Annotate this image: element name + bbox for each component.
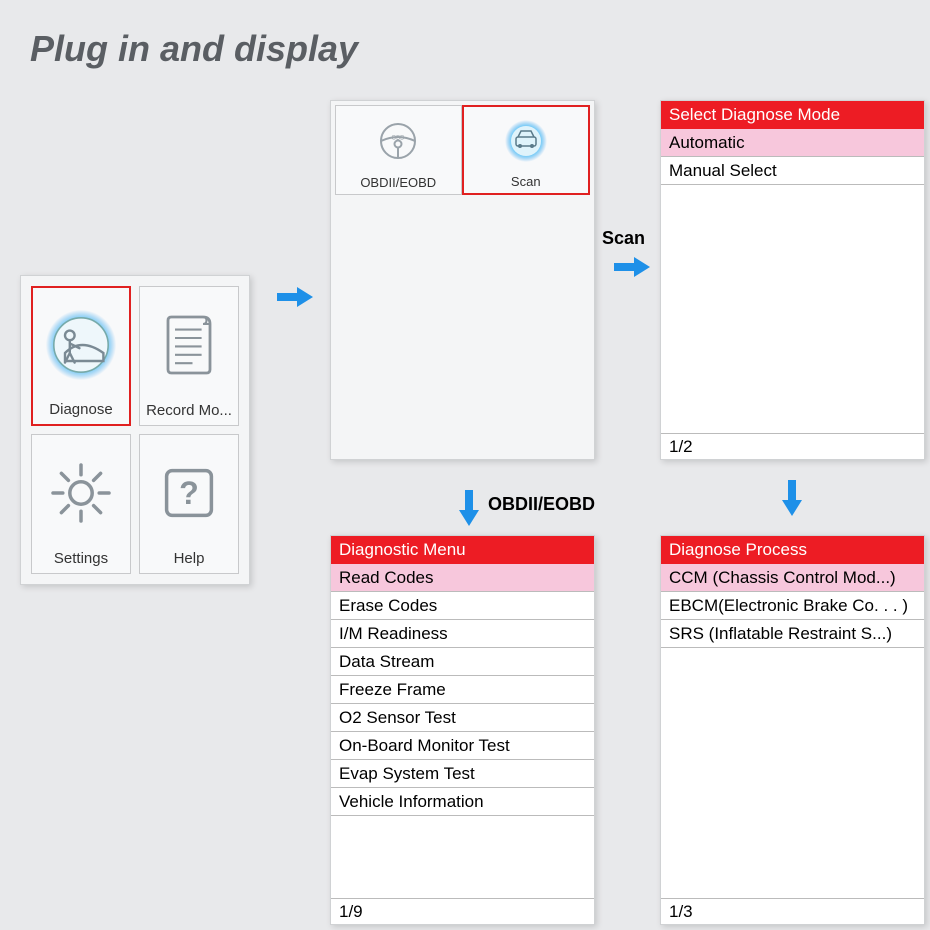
gear-icon [32,435,130,550]
proc-header: Diagnose Process [661,536,924,564]
home-item-help[interactable]: ? Help [139,434,239,574]
diag-item[interactable]: Evap System Test [331,760,594,788]
svg-text:OBD: OBD [392,135,406,141]
diag-item[interactable]: Vehicle Information [331,788,594,816]
diag-item[interactable]: Erase Codes [331,592,594,620]
diagnostic-menu-panel: Diagnostic Menu Read Codes Erase Codes I… [330,535,595,925]
record-icon [140,287,238,402]
home-label-diagnose: Diagnose [49,401,112,418]
home-label-record: Record Mo... [146,402,232,419]
home-panel: Diagnose Record Mo... [20,275,250,585]
svg-text:?: ? [179,475,199,511]
help-icon: ? [140,435,238,550]
mode-item[interactable]: Manual Select [661,157,924,185]
diag-highlight[interactable]: Read Codes [331,564,594,592]
arrow-down-icon [457,490,481,526]
arrow-label-scan: Scan [602,228,645,249]
proc-item[interactable]: SRS (Inflatable Restraint S...) [661,620,924,648]
mode-header: Select Diagnose Mode [661,101,924,129]
mode-highlight[interactable]: Automatic [661,129,924,157]
diag-item[interactable]: O2 Sensor Test [331,704,594,732]
diag-item[interactable]: Data Stream [331,648,594,676]
home-label-settings: Settings [54,550,108,567]
select-mode-panel: Select Diagnose Mode Automatic Manual Se… [660,100,925,460]
arrow-label-obd: OBDII/EOBD [488,494,595,515]
top-label-obdii: OBDII/EOBD [360,175,436,190]
proc-item[interactable]: EBCM(Electronic Brake Co. . . ) [661,592,924,620]
scan-type-panel: OBD OBDII/EOBD [330,100,595,460]
diagnose-process-panel: Diagnose Process CCM (Chassis Control Mo… [660,535,925,925]
home-item-diagnose[interactable]: Diagnose [31,286,131,426]
arrow-right-icon [277,285,313,309]
page-title: Plug in and display [30,28,358,70]
arrow-right-icon [614,255,650,279]
home-item-settings[interactable]: Settings [31,434,131,574]
diag-footer: 1/9 [331,898,594,924]
diag-header: Diagnostic Menu [331,536,594,564]
diag-item[interactable]: I/M Readiness [331,620,594,648]
steering-wheel-icon: OBD [369,106,427,175]
mode-footer: 1/2 [661,433,924,459]
diag-item[interactable]: On-Board Monitor Test [331,732,594,760]
top-item-obdii[interactable]: OBD OBDII/EOBD [335,105,462,195]
proc-highlight[interactable]: CCM (Chassis Control Mod...) [661,564,924,592]
top-item-scan[interactable]: Scan [462,105,591,195]
home-label-help: Help [174,550,205,567]
proc-footer: 1/3 [661,898,924,924]
diagnose-icon [33,288,129,401]
top-label-scan: Scan [511,174,541,189]
car-scan-icon [497,107,555,174]
diag-item[interactable]: Freeze Frame [331,676,594,704]
home-item-record[interactable]: Record Mo... [139,286,239,426]
arrow-down-icon [780,480,804,516]
